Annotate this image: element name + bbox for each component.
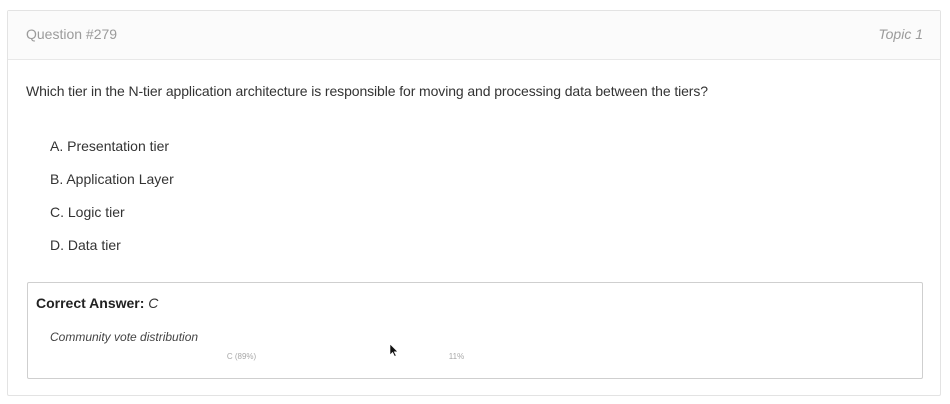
vote-distribution-title: Community vote distribution — [50, 330, 199, 344]
mouse-pointer-icon — [389, 343, 399, 357]
correct-answer-box: Correct Answer: C Community vote distrib… — [27, 282, 923, 379]
topic-label: Topic 1 — [878, 26, 923, 42]
choice-a[interactable]: A. Presentation tier — [50, 138, 174, 171]
correct-answer-label: Correct Answer: — [36, 295, 145, 311]
question-card: Question #279 Topic 1 Which tier in the … — [7, 10, 941, 396]
vote-distribution-bar: C (89%) 11% — [50, 348, 480, 366]
question-text: Which tier in the N-tier application arc… — [26, 83, 708, 99]
vote-segment-c: C (89%) — [226, 352, 257, 361]
vote-segment-other: 11% — [448, 352, 465, 361]
correct-answer: Correct Answer: C — [36, 295, 158, 311]
choice-d[interactable]: D. Data tier — [50, 237, 174, 270]
choice-list: A. Presentation tier B. Application Laye… — [50, 138, 174, 270]
question-header: Question #279 Topic 1 — [8, 11, 940, 60]
choice-c[interactable]: C. Logic tier — [50, 204, 174, 237]
question-number: Question #279 — [26, 26, 118, 42]
choice-b[interactable]: B. Application Layer — [50, 171, 174, 204]
correct-answer-value: C — [148, 295, 159, 311]
